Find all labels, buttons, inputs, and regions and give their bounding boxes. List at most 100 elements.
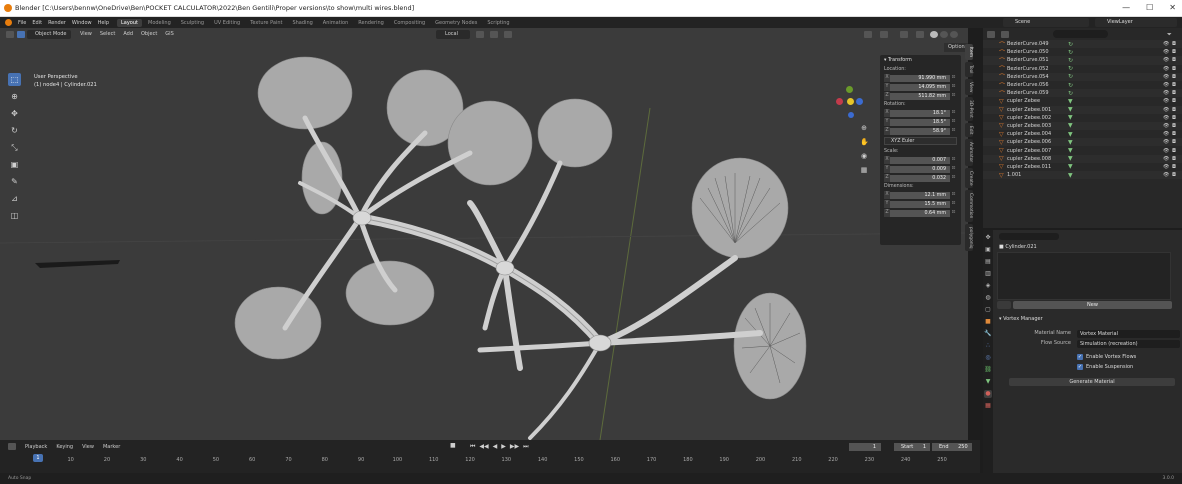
location-y-field[interactable]: 14.095 mm	[890, 82, 950, 91]
visibility-eye-icon[interactable]: 👁	[1163, 107, 1169, 113]
mesh-data-icon[interactable]: ▼	[1068, 114, 1073, 121]
render-camera-icon[interactable]: ◘	[1172, 98, 1176, 104]
rotation-mode-dropdown[interactable]: XYZ Euler	[884, 137, 957, 145]
viewport-scene[interactable]	[0, 28, 968, 440]
mesh-data-icon[interactable]: ▼	[1068, 98, 1073, 105]
menu-file[interactable]: File	[18, 20, 26, 26]
gizmo-y-axis-icon[interactable]	[846, 86, 853, 93]
outliner-item[interactable]: ▽ cupler Zebee.008 ▼ 👁 ◘	[983, 154, 1182, 163]
lock-icon[interactable]: ⊡	[950, 119, 957, 124]
timeline-ruler[interactable]: 10 20 30 40 50 60 70 80 90 100 110 120 130 140 150 160 1…	[0, 455, 980, 467]
material-props-tab-icon[interactable]: ●	[984, 390, 992, 398]
outliner-display-icon[interactable]	[1001, 30, 1009, 38]
outliner-item[interactable]: ▽ cupler Zebee.011 ▼ 👁 ◘	[983, 163, 1182, 171]
timeline-menu-playback[interactable]: Playback	[25, 444, 47, 450]
transform-panel-header[interactable]: ▾ Transform	[880, 55, 961, 65]
disc-head-8[interactable]	[691, 157, 789, 259]
jump-end-icon[interactable]: ⏭	[523, 443, 528, 451]
lock-icon[interactable]: ⊡	[950, 110, 957, 115]
outliner-item[interactable]: ⌒ BezierCurve.049 ↻ 👁 ◘	[983, 40, 1182, 49]
visibility-eye-icon[interactable]: 👁	[1163, 41, 1169, 47]
mesh-data-icon[interactable]: ▼	[1068, 163, 1073, 170]
overlay-toggle-icon[interactable]	[900, 31, 908, 38]
lock-icon[interactable]: ⊡	[950, 128, 957, 133]
timeline-editor-type-icon[interactable]	[8, 443, 16, 450]
mesh-data-icon[interactable]: ▼	[1068, 139, 1073, 146]
render-camera-icon[interactable]: ◘	[1172, 139, 1176, 145]
object-props-tab-icon[interactable]: ■	[984, 318, 992, 326]
blender-menu-icon[interactable]	[5, 19, 12, 26]
curve-data-icon[interactable]: ↻	[1068, 49, 1073, 56]
view-layer-selector[interactable]: ViewLayer	[1095, 18, 1177, 27]
visibility-eye-icon[interactable]: 👁	[1163, 123, 1169, 129]
location-x-field[interactable]: 91.990 mm	[890, 73, 950, 82]
tab-geometry-nodes[interactable]: Geometry Nodes	[431, 19, 481, 27]
minimize-button[interactable]: —	[1122, 3, 1130, 12]
zoom-icon[interactable]: ⊕	[860, 124, 868, 132]
rotation-x-field[interactable]: 18.1°	[890, 108, 950, 117]
curve-data-icon[interactable]: ↻	[1068, 73, 1073, 80]
object-mode-icon[interactable]	[17, 31, 25, 38]
visibility-eye-icon[interactable]: 👁	[1163, 156, 1169, 162]
maximize-button[interactable]: ☐	[1146, 3, 1153, 12]
rotation-y-field[interactable]: 18.5°	[890, 117, 950, 126]
tab-compositing[interactable]: Compositing	[390, 19, 429, 27]
curve-data-icon[interactable]: ↻	[1068, 41, 1073, 48]
pivot-icon[interactable]	[476, 31, 484, 38]
tab-modeling[interactable]: Modeling	[144, 19, 175, 27]
visibility-eye-icon[interactable]: 👁	[1163, 98, 1169, 104]
proportional-edit-icon[interactable]	[504, 31, 512, 38]
particles-props-tab-icon[interactable]: ∴	[984, 342, 992, 350]
disc-head-3[interactable]	[447, 100, 533, 186]
material-slot-list[interactable]	[997, 252, 1171, 300]
visibility-eye-icon[interactable]: 👁	[1163, 139, 1169, 145]
curve-data-icon[interactable]: ↻	[1068, 90, 1073, 97]
modifier-props-tab-icon[interactable]: 🔧	[984, 330, 992, 338]
mesh-data-icon[interactable]: ▼	[1068, 147, 1073, 154]
3d-viewport[interactable]: Object Mode View Select Add Object GIS Local…	[0, 28, 968, 440]
measure-tool-icon[interactable]: ⊿	[8, 192, 21, 205]
visibility-eye-icon[interactable]: 👁	[1163, 57, 1169, 63]
scale-y-field[interactable]: 0.009	[890, 164, 950, 173]
outliner-item[interactable]: ▽ cupler Zebee.002 ▼ 👁 ◘	[983, 114, 1182, 122]
playhead[interactable]: 1	[33, 454, 43, 462]
render-camera-icon[interactable]: ◘	[1172, 107, 1176, 113]
visibility-eye-icon[interactable]: 👁	[1163, 66, 1169, 72]
render-camera-icon[interactable]: ◘	[1172, 172, 1176, 178]
lock-icon[interactable]: ⊡	[950, 93, 957, 98]
material-browse-icon[interactable]	[997, 301, 1011, 309]
lock-icon[interactable]: ⊡	[950, 210, 957, 215]
output-props-tab-icon[interactable]: ▤	[984, 258, 992, 266]
viewport-menu-gis[interactable]: GIS	[165, 30, 174, 39]
sidebar-tab-create[interactable]: Create	[965, 167, 973, 189]
visibility-eye-icon[interactable]: 👁	[1163, 164, 1169, 170]
dimensions-x-field[interactable]: 12.1 mm	[890, 190, 950, 199]
gizmo-toggle-icon[interactable]	[880, 31, 888, 38]
tab-shading[interactable]: Shading	[288, 19, 316, 27]
outliner-item[interactable]: ▽ 1.001 ▼ 👁 ◘	[983, 171, 1182, 180]
disc-head-4[interactable]	[537, 98, 613, 168]
dimensions-z-field[interactable]: 0.64 mm	[890, 208, 950, 217]
move-tool-icon[interactable]: ✥	[8, 107, 21, 120]
xray-toggle-icon[interactable]	[916, 31, 924, 38]
render-props-tab-icon[interactable]: ▣	[984, 246, 992, 254]
tab-texture-paint[interactable]: Texture Paint	[246, 19, 286, 27]
play-icon[interactable]: ▶	[501, 443, 506, 451]
current-frame-field[interactable]: 1	[849, 443, 881, 451]
play-reverse-icon[interactable]: ◀	[493, 443, 498, 451]
render-camera-icon[interactable]: ◘	[1172, 123, 1176, 129]
outliner-item[interactable]: ▽ cupler Zebee.006 ▼ 👁 ◘	[983, 138, 1182, 147]
render-camera-icon[interactable]: ◘	[1172, 41, 1176, 47]
transform-orientation-selector[interactable]: Local	[436, 30, 470, 39]
enable-vortex-flows-checkbox[interactable]: ✓ Enable Vortex Flows	[1077, 354, 1136, 360]
next-keyframe-icon[interactable]: ▶▶	[510, 443, 519, 451]
dimensions-y-field[interactable]: 15.5 mm	[890, 199, 950, 208]
world-props-tab-icon[interactable]: ◍	[984, 294, 992, 302]
lock-icon[interactable]: ⊡	[950, 157, 957, 162]
outliner-search-input[interactable]	[1053, 30, 1108, 38]
tab-rendering[interactable]: Rendering	[354, 19, 388, 27]
render-camera-icon[interactable]: ◘	[1172, 164, 1176, 170]
visibility-eye-icon[interactable]: 👁	[1163, 90, 1169, 96]
sidebar-tab-tool[interactable]: Tool	[965, 62, 973, 77]
vortex-manager-header[interactable]: ▾ Vortex Manager	[999, 316, 1043, 322]
